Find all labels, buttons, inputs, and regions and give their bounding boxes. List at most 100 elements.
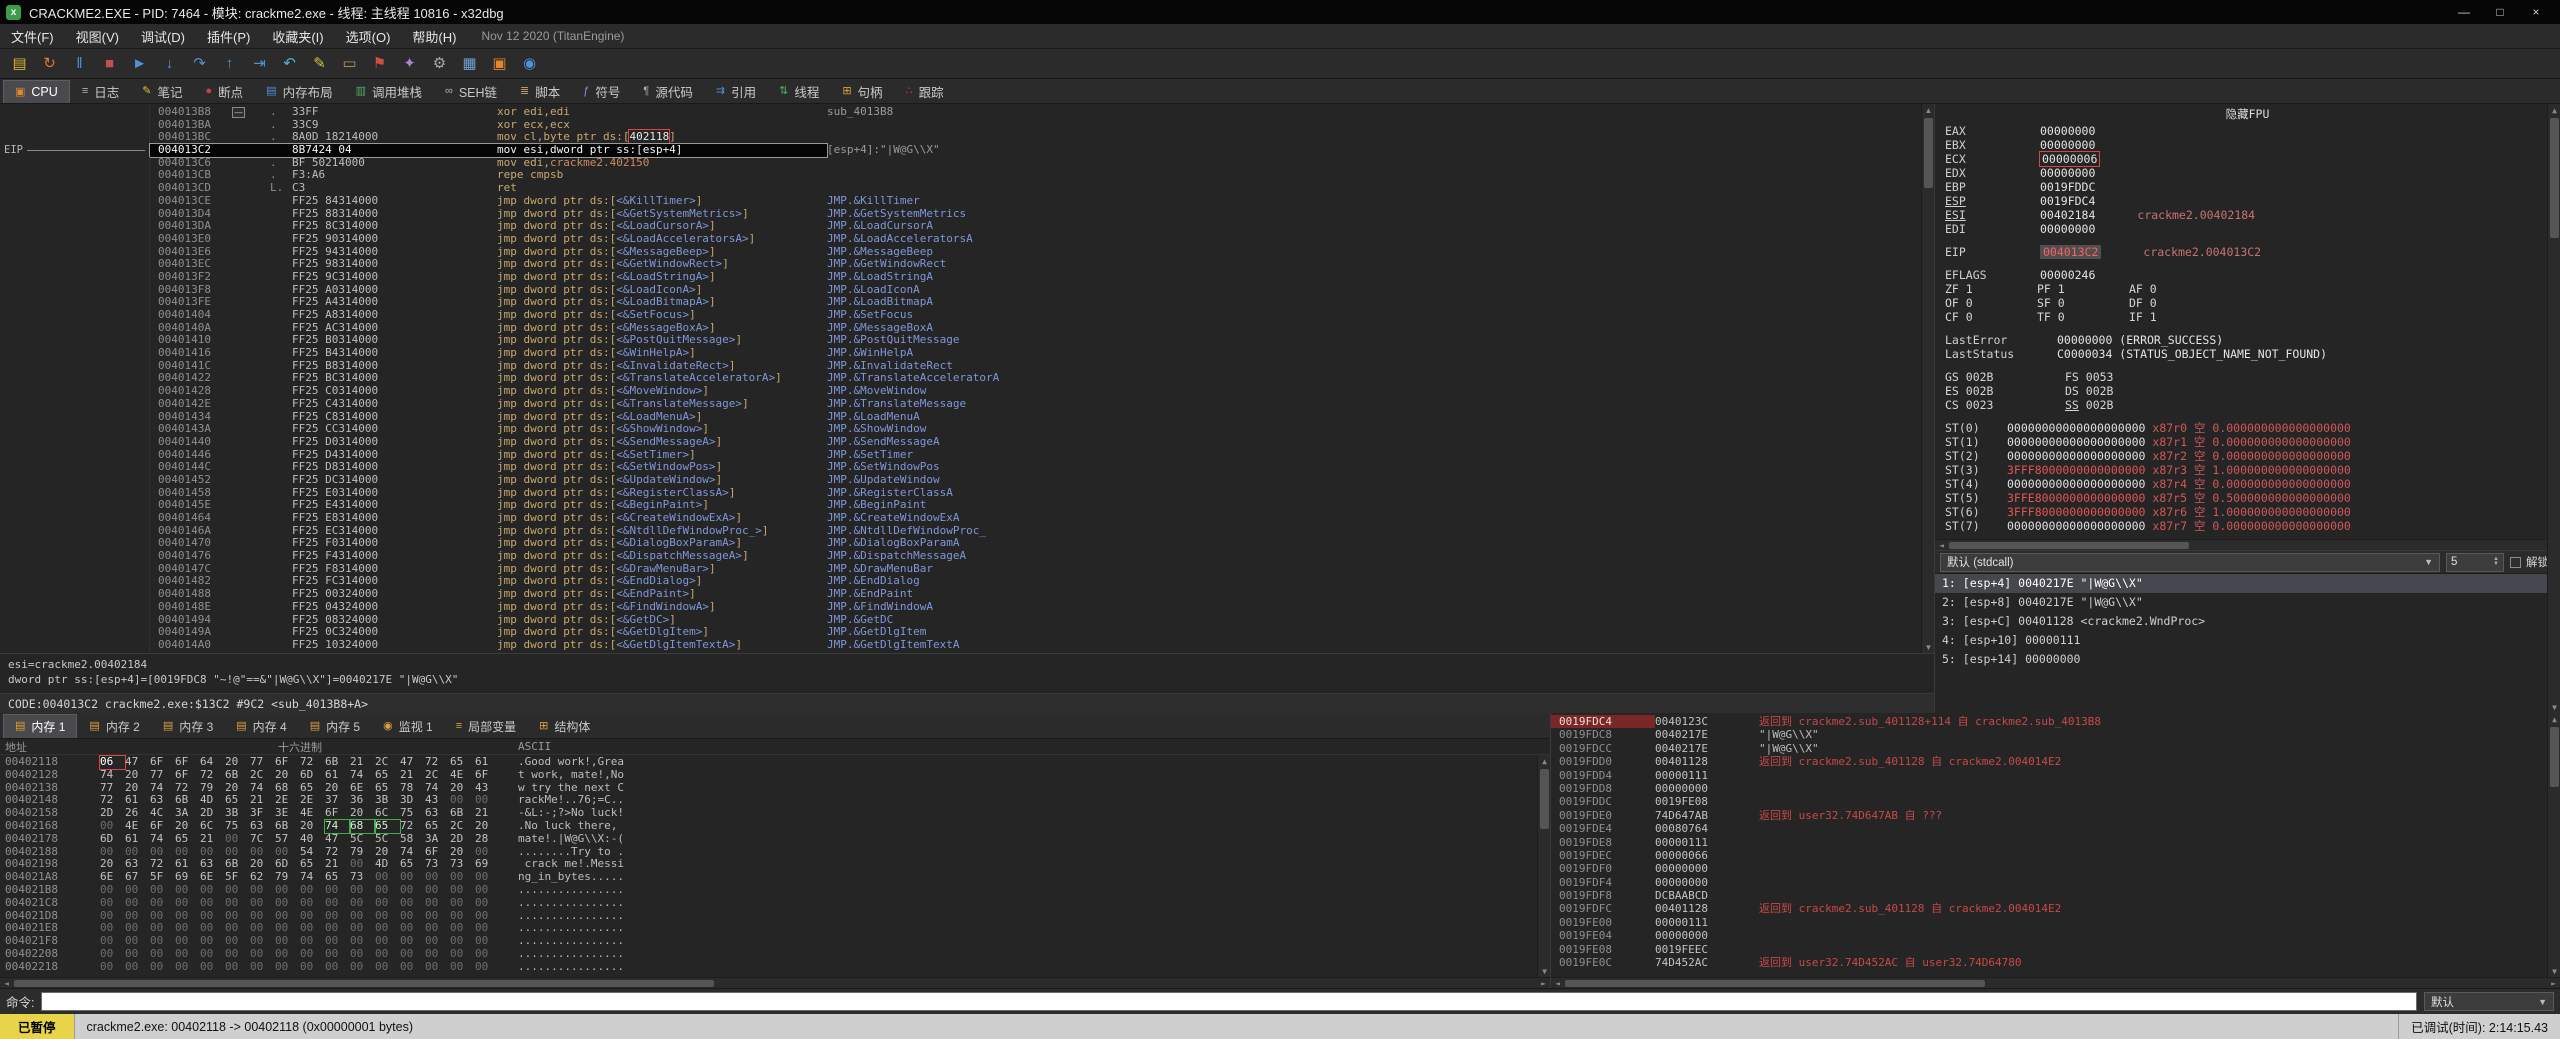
- dump-byte[interactable]: 20: [225, 756, 250, 769]
- dump-byte[interactable]: 74: [350, 769, 375, 782]
- register-value[interactable]: 0019FDDC: [2040, 180, 2095, 194]
- st-hex-value[interactable]: 00000000000000000000: [2007, 449, 2145, 463]
- dump-byte[interactable]: 47: [125, 756, 150, 769]
- dump-byte[interactable]: 00: [225, 897, 250, 910]
- argument-row[interactable]: 1: [esp+4] 0040217E "|W@G\\X": [1935, 574, 2560, 593]
- dump-byte[interactable]: 6B: [225, 769, 250, 782]
- tab-memory-map[interactable]: ▤内存布局: [255, 80, 343, 103]
- dump-byte[interactable]: 06: [100, 756, 125, 769]
- gear-icon[interactable]: ⚙: [426, 51, 453, 76]
- st-hex-value[interactable]: 00000000000000000000: [2007, 421, 2145, 435]
- stack-row[interactable]: 0019FDC80040217E"|W@G\\X": [1551, 728, 2560, 741]
- disasm-row[interactable]: 004013FEFF25 A4314000jmp dword ptr ds:[<…: [0, 296, 1921, 309]
- dump-byte[interactable]: 57: [275, 833, 300, 846]
- stack-row[interactable]: 0019FE0000000111: [1551, 916, 2560, 929]
- dump-byte[interactable]: 74: [325, 820, 350, 833]
- scroll-up-icon[interactable]: ▲: [1538, 755, 1551, 767]
- segment-ss[interactable]: SS 002B: [2065, 398, 2185, 412]
- disasm-row[interactable]: 0040140AFF25 AC314000jmp dword ptr ds:[<…: [0, 322, 1921, 335]
- dump-byte[interactable]: 00: [100, 820, 125, 833]
- dump-row[interactable]: 004021C800000000000000000000000000000000…: [0, 897, 1550, 910]
- dump-byte[interactable]: 00: [425, 961, 450, 974]
- dump-byte[interactable]: 00: [325, 948, 350, 961]
- disasm-row[interactable]: 00401434FF25 C8314000jmp dword ptr ds:[<…: [0, 411, 1921, 424]
- stack-row[interactable]: 0019FDF400000000: [1551, 876, 2560, 889]
- dump-byte[interactable]: 47: [325, 833, 350, 846]
- step-into-icon[interactable]: ↓: [156, 51, 183, 76]
- close-button[interactable]: ×: [2518, 1, 2554, 23]
- dump-byte[interactable]: 2C: [425, 769, 450, 782]
- register-value[interactable]: 00000000: [2040, 124, 2095, 138]
- register-value[interactable]: 00402184: [2040, 208, 2095, 222]
- tab-trace[interactable]: ∴跟踪: [895, 80, 955, 103]
- dump-byte[interactable]: 28: [475, 833, 500, 846]
- disasm-row[interactable]: 0040145EFF25 E4314000jmp dword ptr ds:[<…: [0, 499, 1921, 512]
- dump-byte[interactable]: 00: [375, 897, 400, 910]
- dump-byte[interactable]: 20: [275, 769, 300, 782]
- dump-byte[interactable]: 00: [425, 884, 450, 897]
- tab-struct[interactable]: ⊞结构体: [528, 714, 601, 738]
- dump-byte[interactable]: 6D: [100, 833, 125, 846]
- dump-byte[interactable]: 00: [375, 961, 400, 974]
- dump-byte[interactable]: 00: [425, 948, 450, 961]
- disasm-row[interactable]: 004013E0FF25 90314000jmp dword ptr ds:[<…: [0, 233, 1921, 246]
- menu-item[interactable]: 视图(V): [65, 27, 130, 46]
- st-hex-value[interactable]: 3FFF8000000000000000: [2007, 463, 2145, 477]
- disasm-row[interactable]: 00401428FF25 C0314000jmp dword ptr ds:[<…: [0, 385, 1921, 398]
- register-value[interactable]: 00000000: [2040, 166, 2095, 180]
- flag-cf[interactable]: CF 0: [1945, 310, 2037, 324]
- disasm-row[interactable]: 004013F2FF25 9C314000jmp dword ptr ds:[<…: [0, 271, 1921, 284]
- dump-byte[interactable]: 00: [400, 884, 425, 897]
- dump-row[interactable]: 00402168004E6F206C75636B2074686572652C20…: [0, 820, 1550, 833]
- dump-byte[interactable]: 7C: [250, 833, 275, 846]
- dump-byte[interactable]: 65: [450, 756, 475, 769]
- argument-row[interactable]: 5: [esp+14] 00000000: [1935, 650, 2560, 669]
- disasm-row[interactable]: 0040148EFF25 04324000jmp dword ptr ds:[<…: [0, 601, 1921, 614]
- dump-byte[interactable]: 6B: [325, 756, 350, 769]
- step-over-icon[interactable]: ↷: [186, 51, 213, 76]
- disasm-row[interactable]: 004013D4FF25 88314000jmp dword ptr ds:[<…: [0, 208, 1921, 221]
- dump-byte[interactable]: 00: [350, 948, 375, 961]
- menu-item[interactable]: 调试(D): [130, 27, 196, 46]
- info-icon[interactable]: ◉: [516, 51, 543, 76]
- scroll-up-icon[interactable]: ▲: [2548, 104, 2560, 116]
- flag-zf[interactable]: ZF 1: [1945, 282, 2037, 296]
- disasm-row[interactable]: 004013CB.F3:A6repe cmpsb: [0, 169, 1921, 182]
- stack-row[interactable]: 0019FDE400080764: [1551, 822, 2560, 835]
- dump-byte[interactable]: 6F: [150, 820, 175, 833]
- dump-byte[interactable]: 00: [300, 897, 325, 910]
- run-to-cursor-icon[interactable]: ⇥: [246, 51, 273, 76]
- stack-row[interactable]: 0019FDE074D647AB返回到 user32.74D647AB 自 ??…: [1551, 809, 2560, 822]
- dump-byte[interactable]: 00: [125, 897, 150, 910]
- stack-row[interactable]: 0019FDF000000000: [1551, 862, 2560, 875]
- disasm-row[interactable]: 0040144CFF25 D8314000jmp dword ptr ds:[<…: [0, 461, 1921, 474]
- scroll-down-icon[interactable]: ▼: [2548, 701, 2560, 713]
- dump-byte[interactable]: 00: [300, 884, 325, 897]
- tab-dump-3[interactable]: ▤内存 3: [152, 714, 224, 738]
- dump-byte[interactable]: 00: [250, 948, 275, 961]
- dump-byte[interactable]: 00: [175, 897, 200, 910]
- flag-of[interactable]: OF 0: [1945, 296, 2037, 310]
- dump-byte[interactable]: 00: [400, 961, 425, 974]
- tab-dump-2[interactable]: ▤内存 2: [78, 714, 150, 738]
- segment-es[interactable]: ES 002B: [1945, 384, 2065, 398]
- disasm-row[interactable]: 00401422FF25 BC314000jmp dword ptr ds:[<…: [0, 372, 1921, 385]
- dump-byte[interactable]: 21: [350, 756, 375, 769]
- dump-byte[interactable]: 00: [225, 961, 250, 974]
- dump-byte[interactable]: 72: [400, 820, 425, 833]
- dump-byte[interactable]: 00: [275, 884, 300, 897]
- dump-byte[interactable]: 00: [475, 961, 500, 974]
- dump-byte[interactable]: 00: [175, 884, 200, 897]
- tab-watch-1[interactable]: ◉监视 1: [372, 714, 444, 738]
- disasm-row[interactable]: 0040147CFF25 F8314000jmp dword ptr ds:[<…: [0, 563, 1921, 576]
- chip-icon[interactable]: ▣: [486, 51, 513, 76]
- dump-byte[interactable]: 4E: [125, 820, 150, 833]
- disasm-row[interactable]: 00401440FF25 D0314000jmp dword ptr ds:[<…: [0, 436, 1921, 449]
- dump-byte[interactable]: 00: [100, 948, 125, 961]
- dump-byte[interactable]: 6B: [275, 820, 300, 833]
- dump-byte[interactable]: 00: [225, 884, 250, 897]
- pause-icon[interactable]: ‖: [66, 51, 93, 76]
- dump-byte[interactable]: 00: [225, 833, 250, 846]
- disasm-row[interactable]: 004013B8.33FFxor edi,edisub_4013B8: [0, 106, 1921, 119]
- registers-vscrollbar[interactable]: ▲ ▼: [2547, 104, 2560, 713]
